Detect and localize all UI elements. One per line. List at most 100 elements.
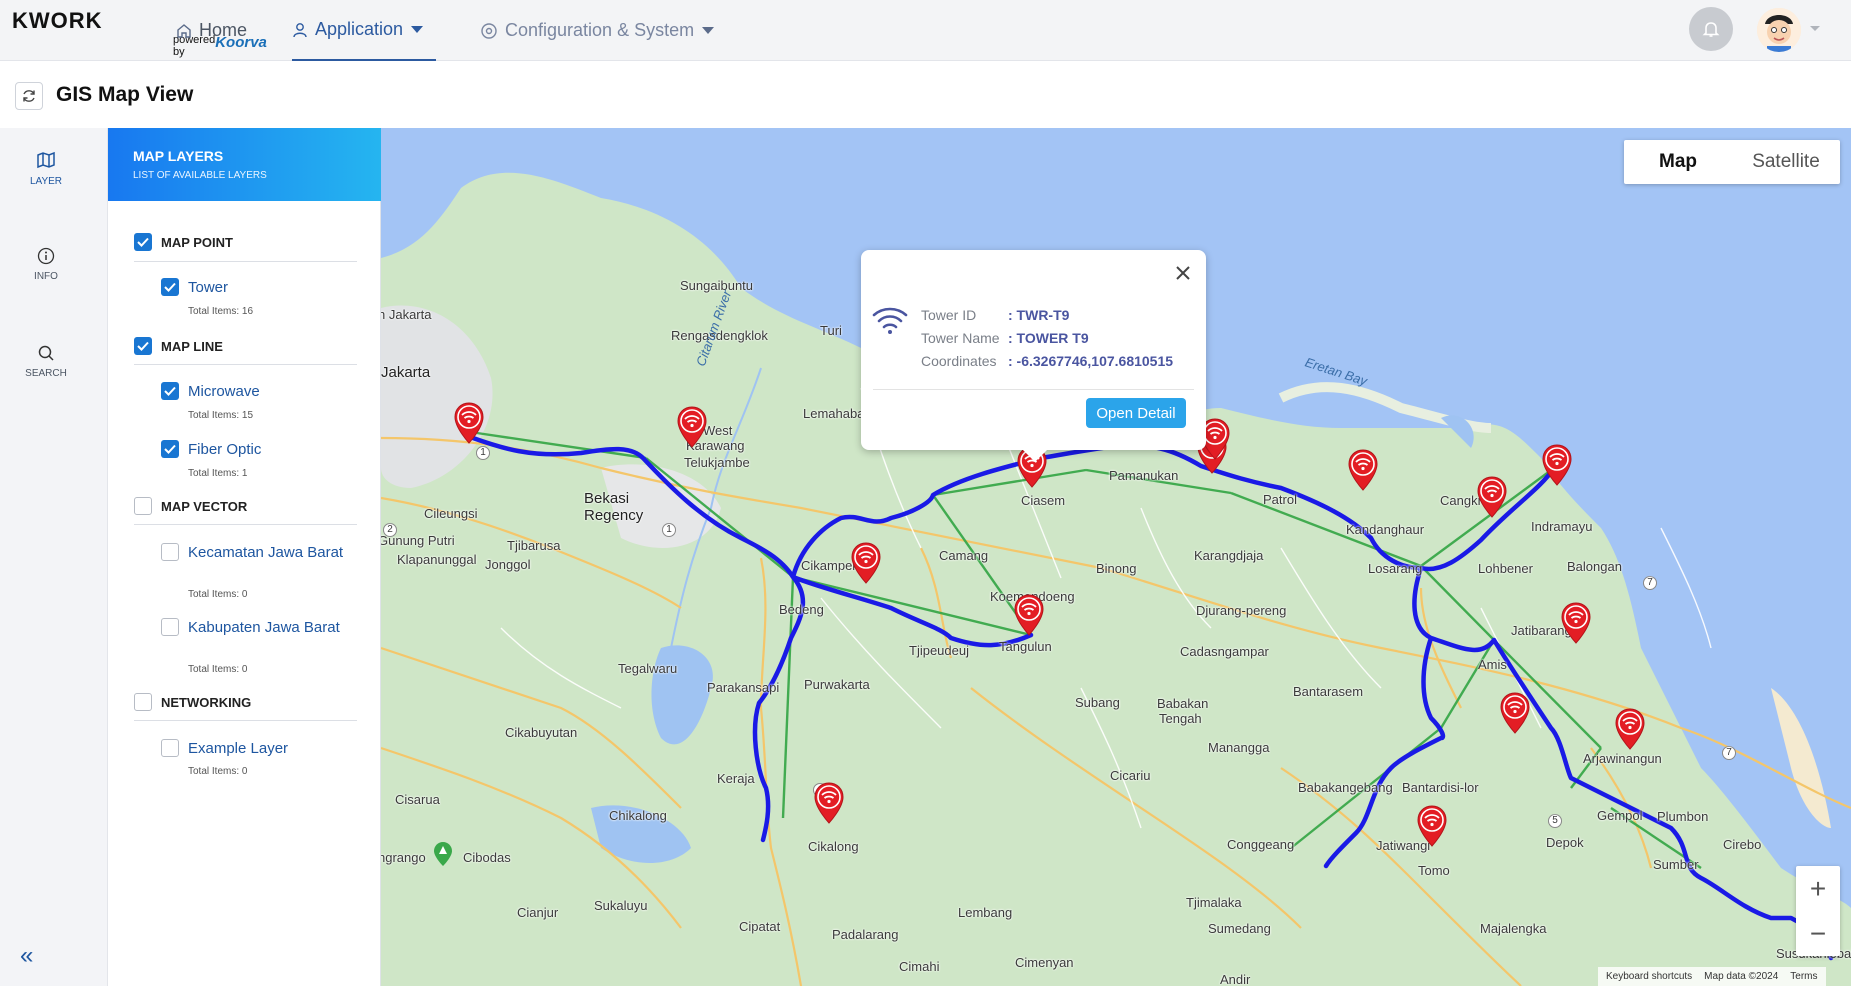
- checkbox-unchecked-icon[interactable]: [134, 497, 152, 515]
- map-label: Plumbon: [1657, 809, 1709, 824]
- layer-item-total: Total Items: 1: [188, 468, 248, 479]
- layer-item-kecamatan[interactable]: Kecamatan Jawa Barat: [161, 542, 348, 563]
- map-label: Telukjambe: [684, 455, 750, 470]
- map-icon: [37, 151, 55, 169]
- zoom-in-button[interactable]: +: [1796, 866, 1840, 911]
- map-label: Djurang-pereng: [1196, 603, 1287, 618]
- top-navbar: [0, 0, 1851, 61]
- notification-button[interactable]: [1689, 7, 1733, 51]
- checkbox-checked-icon[interactable]: [161, 440, 179, 458]
- layer-item-kabupaten[interactable]: Kabupaten Jawa Barat: [161, 617, 348, 638]
- tower-marker-icon[interactable]: [1559, 600, 1593, 644]
- checkbox-checked-icon[interactable]: [134, 233, 152, 251]
- map-type-satellite-button[interactable]: Satellite: [1732, 140, 1840, 184]
- nav-home-label: Home: [199, 20, 248, 40]
- keyboard-shortcuts-link[interactable]: Keyboard shortcuts: [1606, 971, 1692, 982]
- map-label: Sumber: [1653, 857, 1699, 872]
- map-label: n Jakarta: [381, 307, 432, 322]
- close-icon[interactable]: [1174, 264, 1192, 282]
- divider: [134, 720, 357, 721]
- map-label: Cipatat: [739, 919, 781, 934]
- tower-marker-icon[interactable]: [1540, 442, 1574, 486]
- map-label: Manangga: [1208, 740, 1270, 755]
- map-label: Babakangebang: [1298, 780, 1393, 795]
- tower-marker-icon[interactable]: [675, 404, 709, 448]
- map-label: Cikabuyutan: [505, 725, 578, 740]
- tower-marker-icon[interactable]: [849, 540, 883, 584]
- layers-panel-title: MAP LAYERS: [133, 148, 224, 164]
- map-label: Indramayu: [1531, 519, 1593, 534]
- collapse-sidebar-icon[interactable]: «: [20, 942, 33, 970]
- layer-item-label: Kecamatan Jawa Barat: [188, 544, 344, 561]
- rail-item-info-label: INFO: [34, 271, 58, 282]
- rail-item-search[interactable]: SEARCH: [0, 344, 92, 379]
- map-label: Jonggol: [485, 557, 531, 572]
- map-label: Regency: [584, 507, 644, 524]
- terms-link[interactable]: Terms: [1790, 971, 1817, 982]
- tower-marker-icon[interactable]: [1012, 592, 1046, 636]
- tower-marker-icon[interactable]: [1613, 706, 1647, 750]
- divider: [134, 524, 357, 525]
- layer-group-map-line[interactable]: MAP LINE: [134, 337, 223, 355]
- layer-group-label: MAP POINT: [161, 234, 233, 250]
- map-label: Cimenyan: [1015, 955, 1074, 970]
- map-type-toggle[interactable]: Map Satellite: [1624, 140, 1840, 184]
- layer-item-tower[interactable]: Tower: [161, 277, 348, 298]
- layer-item-fiber-optic[interactable]: Fiber Optic: [161, 439, 348, 460]
- layer-group-label: NETWORKING: [161, 694, 252, 710]
- map-label: Turi: [820, 323, 842, 338]
- nav-configuration[interactable]: Configuration & System: [480, 0, 715, 61]
- road-shield: 5: [1548, 814, 1562, 828]
- zoom-control: + −: [1796, 866, 1840, 956]
- layer-group-networking[interactable]: NETWORKING: [134, 693, 251, 711]
- rail-item-search-label: SEARCH: [25, 368, 67, 379]
- tower-marker-icon[interactable]: [812, 780, 846, 824]
- park-marker-icon: [434, 842, 452, 866]
- tower-marker-icon[interactable]: [1415, 803, 1449, 847]
- map-label: Sumedang: [1208, 921, 1271, 936]
- map-label: Amis: [1478, 657, 1507, 672]
- bell-icon: [1702, 22, 1720, 37]
- tower-marker-icon[interactable]: [452, 400, 486, 444]
- nav-home[interactable]: Home: [176, 0, 247, 61]
- logo-title: KWORK: [12, 8, 103, 33]
- map-label: Camang: [939, 548, 989, 563]
- map-label: Gempol: [1597, 808, 1643, 823]
- map-type-map-button[interactable]: Map: [1624, 140, 1732, 184]
- nav-application[interactable]: Application: [292, 0, 436, 61]
- checkbox-unchecked-icon[interactable]: [161, 739, 179, 757]
- map-label: Tomo: [1418, 863, 1450, 878]
- checkbox-unchecked-icon[interactable]: [161, 543, 179, 561]
- open-detail-button[interactable]: Open Detail: [1086, 398, 1186, 428]
- map-label: Andir: [1220, 972, 1251, 986]
- refresh-button[interactable]: [15, 82, 43, 110]
- checkbox-checked-icon[interactable]: [161, 278, 179, 296]
- layer-item-example[interactable]: Example Layer: [161, 738, 348, 759]
- tower-marker-icon[interactable]: [1498, 690, 1532, 734]
- chevron-down-icon[interactable]: [1810, 26, 1820, 31]
- app-logo[interactable]: KWORK powered by Koorva: [12, 8, 267, 59]
- checkbox-checked-icon[interactable]: [134, 337, 152, 355]
- map-label: Bantardisi-lor: [1402, 780, 1479, 795]
- layers-panel-subtitle: LIST OF AVAILABLE LAYERS: [133, 170, 267, 181]
- checkbox-unchecked-icon[interactable]: [134, 693, 152, 711]
- checkbox-unchecked-icon[interactable]: [161, 618, 179, 636]
- zoom-out-button[interactable]: −: [1796, 911, 1840, 956]
- rail-item-info[interactable]: INFO: [0, 247, 92, 282]
- avatar[interactable]: [1757, 8, 1801, 52]
- map-label: Sukaluyu: [594, 898, 648, 913]
- map-label: Lohbener: [1478, 561, 1533, 576]
- tower-marker-icon[interactable]: [1475, 474, 1509, 518]
- layer-item-microwave[interactable]: Microwave: [161, 381, 348, 402]
- tower-marker-icon[interactable]: [1346, 447, 1380, 491]
- refresh-icon: [23, 90, 35, 102]
- checkbox-checked-icon[interactable]: [161, 382, 179, 400]
- rail-item-layer[interactable]: LAYER: [0, 150, 92, 187]
- layer-group-map-vector[interactable]: MAP VECTOR: [134, 497, 247, 515]
- map-label: Conggeang: [1227, 837, 1295, 852]
- map-label: Bedeng: [779, 602, 824, 617]
- layer-group-map-point[interactable]: MAP POINT: [134, 233, 233, 251]
- road-shield: 2: [383, 523, 397, 537]
- layers-panel-header: MAP LAYERS LIST OF AVAILABLE LAYERS: [108, 128, 381, 201]
- road-shield: 7: [1643, 576, 1657, 590]
